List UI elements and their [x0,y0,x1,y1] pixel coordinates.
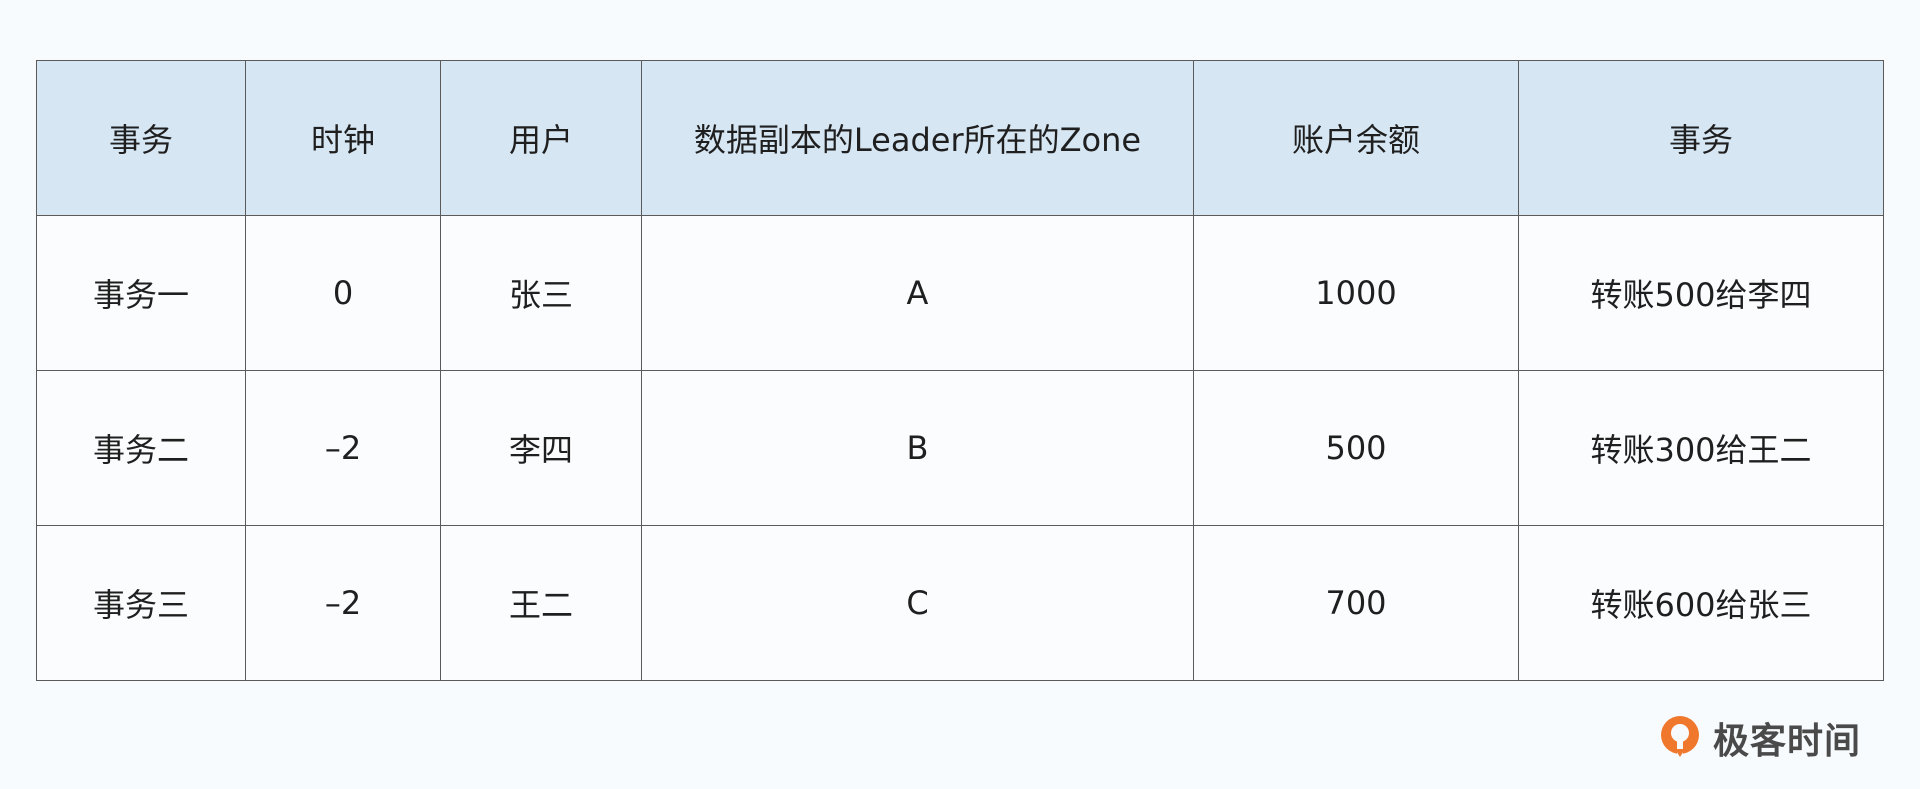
brand-logo-text: 极客时间 [1713,721,1862,762]
cell-balance: 700 [1193,525,1519,681]
header-transaction: 事务 [36,60,246,216]
cell-user: 王二 [440,525,642,681]
cell-action: 转账300给王二 [1518,370,1884,526]
cell-balance: 500 [1193,370,1519,526]
cell-transaction: 事务二 [36,370,246,526]
cell-zone: B [641,370,1194,526]
cell-clock: –2 [245,525,441,681]
table-row: 事务一 0 张三 A 1000 转账500给李四 [36,215,1884,371]
header-leader-zone: 数据副本的Leader所在的Zone [641,60,1194,216]
cell-action: 转账500给李四 [1518,215,1884,371]
cell-zone: C [641,525,1194,681]
cell-balance: 1000 [1193,215,1519,371]
header-action: 事务 [1518,60,1884,216]
transaction-table: 事务 时钟 用户 数据副本的Leader所在的Zone 账户余额 事务 事务一 … [36,60,1884,681]
cell-transaction: 事务三 [36,525,246,681]
header-user: 用户 [440,60,642,216]
table-header-row: 事务 时钟 用户 数据副本的Leader所在的Zone 账户余额 事务 [36,60,1884,216]
data-table-container: 事务 时钟 用户 数据副本的Leader所在的Zone 账户余额 事务 事务一 … [36,60,1884,681]
table-row: 事务二 –2 李四 B 500 转账300给王二 [36,370,1884,526]
cell-clock: –2 [245,370,441,526]
header-balance: 账户余额 [1193,60,1519,216]
cell-action: 转账600给张三 [1518,525,1884,681]
cell-user: 张三 [440,215,642,371]
cell-clock: 0 [245,215,441,371]
cell-zone: A [641,215,1194,371]
header-clock: 时钟 [245,60,441,216]
geektime-logo-icon [1661,716,1699,759]
cell-user: 李四 [440,370,642,526]
table-row: 事务三 –2 王二 C 700 转账600给张三 [36,525,1884,681]
brand-logo: 极客时间 [1655,708,1861,768]
cell-transaction: 事务一 [36,215,246,371]
